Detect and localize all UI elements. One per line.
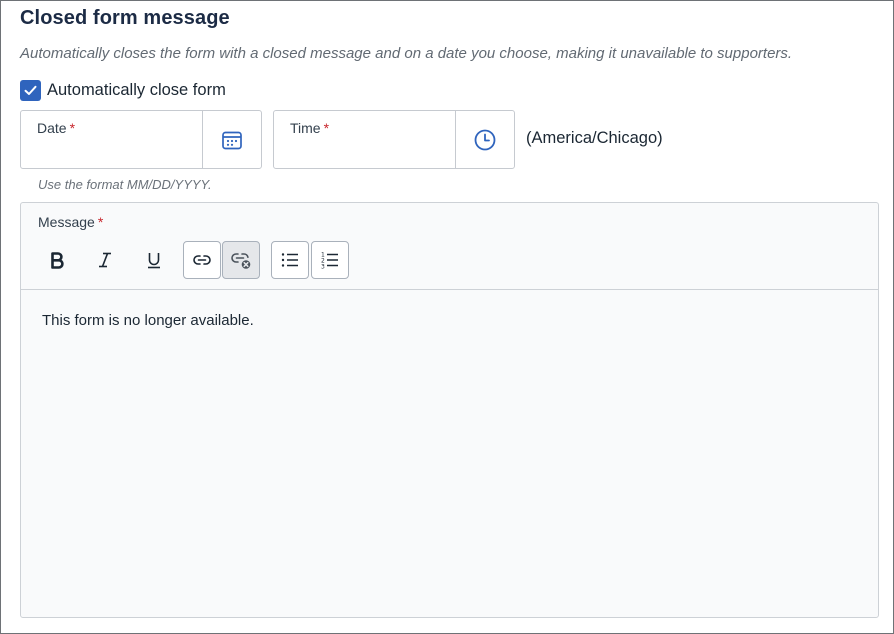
time-field-label: Time * — [290, 120, 330, 136]
section-description: Automatically closes the form with a clo… — [20, 45, 793, 62]
section-title: Closed form message — [20, 7, 230, 29]
date-field[interactable]: Date * — [20, 110, 262, 169]
date-field-label: Date * — [37, 120, 76, 136]
message-content[interactable]: This form is no longer available. — [42, 312, 254, 329]
insert-link-button[interactable] — [183, 241, 221, 279]
bold-button[interactable] — [38, 241, 76, 279]
required-indicator: * — [69, 120, 76, 136]
italic-icon — [99, 252, 111, 268]
underline-button[interactable] — [135, 241, 173, 279]
closed-form-message-panel: Closed form message Automatically closes… — [0, 0, 894, 634]
date-picker-button[interactable] — [202, 111, 261, 168]
toolbar-divider — [21, 289, 878, 290]
numbered-list-button[interactable]: 1 2 3 — [311, 241, 349, 279]
clock-icon — [474, 129, 496, 150]
link-icon — [193, 255, 211, 265]
calendar-icon — [222, 131, 242, 149]
bulleted-list-icon — [281, 253, 298, 267]
auto-close-label[interactable]: Automatically close form — [47, 81, 226, 100]
numbered-list-icon: 1 2 3 — [321, 252, 338, 271]
message-label: Message * — [38, 214, 104, 230]
time-field[interactable]: Time * — [273, 110, 515, 169]
date-format-hint: Use the format MM/DD/YYYY. — [38, 177, 212, 192]
checkmark-icon — [24, 85, 37, 95]
bold-icon — [51, 252, 64, 269]
remove-link-button[interactable] — [222, 241, 260, 279]
underline-icon — [148, 253, 160, 269]
italic-button[interactable] — [86, 241, 124, 279]
svg-text:3: 3 — [321, 264, 325, 271]
auto-close-checkbox-row[interactable]: Automatically close form — [20, 79, 226, 101]
bulleted-list-button[interactable] — [271, 241, 309, 279]
message-editor: Message * 1 2 3 This form is no longer a… — [20, 202, 879, 618]
auto-close-checkbox[interactable] — [20, 79, 41, 101]
unlink-icon — [231, 253, 251, 269]
required-indicator: * — [323, 120, 330, 136]
timezone-label: (America/Chicago) — [526, 129, 663, 147]
required-indicator: * — [97, 214, 104, 230]
time-picker-button[interactable] — [455, 111, 514, 168]
